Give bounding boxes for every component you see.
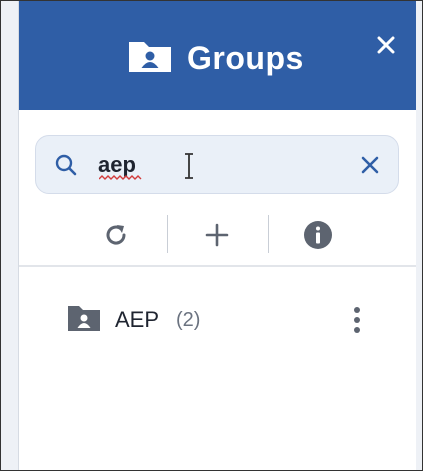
plus-icon <box>205 223 229 247</box>
panel-title: Groups <box>187 39 304 76</box>
panel-header: Groups <box>19 1 416 110</box>
text-cursor-icon <box>185 153 193 179</box>
search-box[interactable] <box>35 135 399 194</box>
spellcheck-underline <box>99 175 142 180</box>
left-background-strip <box>1 1 19 470</box>
list-divider <box>19 265 416 267</box>
more-options-icon[interactable] <box>349 305 365 335</box>
close-icon[interactable] <box>376 35 396 55</box>
refresh-icon <box>106 225 126 245</box>
folder-user-icon <box>68 306 100 331</box>
search-icon <box>55 154 77 176</box>
header-title-group: Groups <box>127 38 304 78</box>
groups-panel: Groups aep AEP (2) <box>19 1 416 469</box>
toolbar-separator <box>268 215 269 253</box>
clear-search-icon[interactable] <box>360 155 380 175</box>
add-group-button[interactable] <box>201 219 233 251</box>
toolbar-separator <box>167 215 168 253</box>
folder-user-icon <box>127 38 173 79</box>
group-name: AEP <box>115 307 160 332</box>
info-icon <box>304 221 332 249</box>
close-button[interactable] <box>374 33 398 57</box>
group-list-item[interactable]: AEP (2) <box>19 297 416 345</box>
right-background-strip <box>416 1 422 470</box>
group-member-count: (2) <box>176 309 201 331</box>
info-button[interactable] <box>302 219 334 251</box>
refresh-button[interactable] <box>100 219 132 251</box>
toolbar <box>19 213 416 257</box>
